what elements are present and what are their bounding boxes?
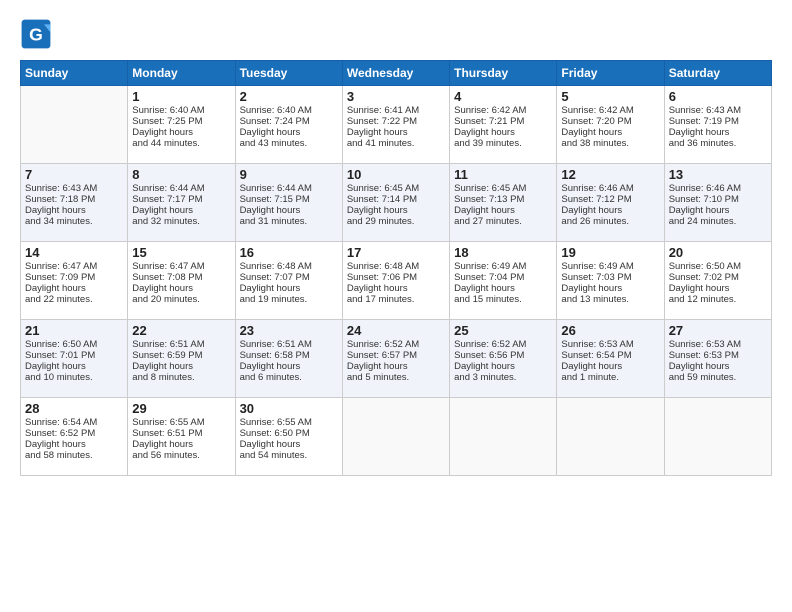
day-number: 23: [240, 323, 338, 338]
day-number: 9: [240, 167, 338, 182]
table-row: 19Sunrise: 6:49 AMSunset: 7:03 PMDayligh…: [557, 242, 664, 320]
day-number: 20: [669, 245, 767, 260]
table-row: 20Sunrise: 6:50 AMSunset: 7:02 PMDayligh…: [664, 242, 771, 320]
table-row: 1Sunrise: 6:40 AMSunset: 7:25 PMDaylight…: [128, 86, 235, 164]
col-header-sunday: Sunday: [21, 61, 128, 86]
day-number: 2: [240, 89, 338, 104]
table-row: 11Sunrise: 6:45 AMSunset: 7:13 PMDayligh…: [450, 164, 557, 242]
day-number: 5: [561, 89, 659, 104]
table-row: 17Sunrise: 6:48 AMSunset: 7:06 PMDayligh…: [342, 242, 449, 320]
table-row: 24Sunrise: 6:52 AMSunset: 6:57 PMDayligh…: [342, 320, 449, 398]
day-number: 26: [561, 323, 659, 338]
table-row: [450, 398, 557, 476]
day-number: 15: [132, 245, 230, 260]
table-row: 8Sunrise: 6:44 AMSunset: 7:17 PMDaylight…: [128, 164, 235, 242]
day-number: 18: [454, 245, 552, 260]
col-header-wednesday: Wednesday: [342, 61, 449, 86]
day-number: 25: [454, 323, 552, 338]
calendar-table: SundayMondayTuesdayWednesdayThursdayFrid…: [20, 60, 772, 476]
day-number: 30: [240, 401, 338, 416]
table-row: 9Sunrise: 6:44 AMSunset: 7:15 PMDaylight…: [235, 164, 342, 242]
table-row: 3Sunrise: 6:41 AMSunset: 7:22 PMDaylight…: [342, 86, 449, 164]
col-header-tuesday: Tuesday: [235, 61, 342, 86]
table-row: 4Sunrise: 6:42 AMSunset: 7:21 PMDaylight…: [450, 86, 557, 164]
table-row: 29Sunrise: 6:55 AMSunset: 6:51 PMDayligh…: [128, 398, 235, 476]
day-number: 13: [669, 167, 767, 182]
table-row: 7Sunrise: 6:43 AMSunset: 7:18 PMDaylight…: [21, 164, 128, 242]
table-row: 13Sunrise: 6:46 AMSunset: 7:10 PMDayligh…: [664, 164, 771, 242]
table-row: 16Sunrise: 6:48 AMSunset: 7:07 PMDayligh…: [235, 242, 342, 320]
table-row: 6Sunrise: 6:43 AMSunset: 7:19 PMDaylight…: [664, 86, 771, 164]
table-row: 30Sunrise: 6:55 AMSunset: 6:50 PMDayligh…: [235, 398, 342, 476]
day-number: 17: [347, 245, 445, 260]
table-row: 5Sunrise: 6:42 AMSunset: 7:20 PMDaylight…: [557, 86, 664, 164]
col-header-friday: Friday: [557, 61, 664, 86]
day-number: 4: [454, 89, 552, 104]
day-number: 28: [25, 401, 123, 416]
day-number: 3: [347, 89, 445, 104]
logo-icon: G: [20, 18, 52, 50]
day-number: 6: [669, 89, 767, 104]
day-number: 27: [669, 323, 767, 338]
col-header-monday: Monday: [128, 61, 235, 86]
day-number: 14: [25, 245, 123, 260]
table-row: 25Sunrise: 6:52 AMSunset: 6:56 PMDayligh…: [450, 320, 557, 398]
table-row: 14Sunrise: 6:47 AMSunset: 7:09 PMDayligh…: [21, 242, 128, 320]
table-row: [664, 398, 771, 476]
page-header: G: [20, 18, 772, 50]
table-row: [342, 398, 449, 476]
day-number: 16: [240, 245, 338, 260]
table-row: 10Sunrise: 6:45 AMSunset: 7:14 PMDayligh…: [342, 164, 449, 242]
day-number: 21: [25, 323, 123, 338]
table-row: 23Sunrise: 6:51 AMSunset: 6:58 PMDayligh…: [235, 320, 342, 398]
day-number: 24: [347, 323, 445, 338]
table-row: 2Sunrise: 6:40 AMSunset: 7:24 PMDaylight…: [235, 86, 342, 164]
day-number: 1: [132, 89, 230, 104]
table-row: [21, 86, 128, 164]
col-header-thursday: Thursday: [450, 61, 557, 86]
day-number: 8: [132, 167, 230, 182]
table-row: 21Sunrise: 6:50 AMSunset: 7:01 PMDayligh…: [21, 320, 128, 398]
day-number: 7: [25, 167, 123, 182]
table-row: 22Sunrise: 6:51 AMSunset: 6:59 PMDayligh…: [128, 320, 235, 398]
table-row: 15Sunrise: 6:47 AMSunset: 7:08 PMDayligh…: [128, 242, 235, 320]
svg-text:G: G: [29, 24, 43, 44]
day-number: 11: [454, 167, 552, 182]
table-row: [557, 398, 664, 476]
col-header-saturday: Saturday: [664, 61, 771, 86]
table-row: 28Sunrise: 6:54 AMSunset: 6:52 PMDayligh…: [21, 398, 128, 476]
day-number: 10: [347, 167, 445, 182]
day-number: 22: [132, 323, 230, 338]
table-row: 18Sunrise: 6:49 AMSunset: 7:04 PMDayligh…: [450, 242, 557, 320]
day-number: 29: [132, 401, 230, 416]
logo: G: [20, 18, 58, 50]
table-row: 26Sunrise: 6:53 AMSunset: 6:54 PMDayligh…: [557, 320, 664, 398]
day-number: 12: [561, 167, 659, 182]
table-row: 27Sunrise: 6:53 AMSunset: 6:53 PMDayligh…: [664, 320, 771, 398]
table-row: 12Sunrise: 6:46 AMSunset: 7:12 PMDayligh…: [557, 164, 664, 242]
day-number: 19: [561, 245, 659, 260]
